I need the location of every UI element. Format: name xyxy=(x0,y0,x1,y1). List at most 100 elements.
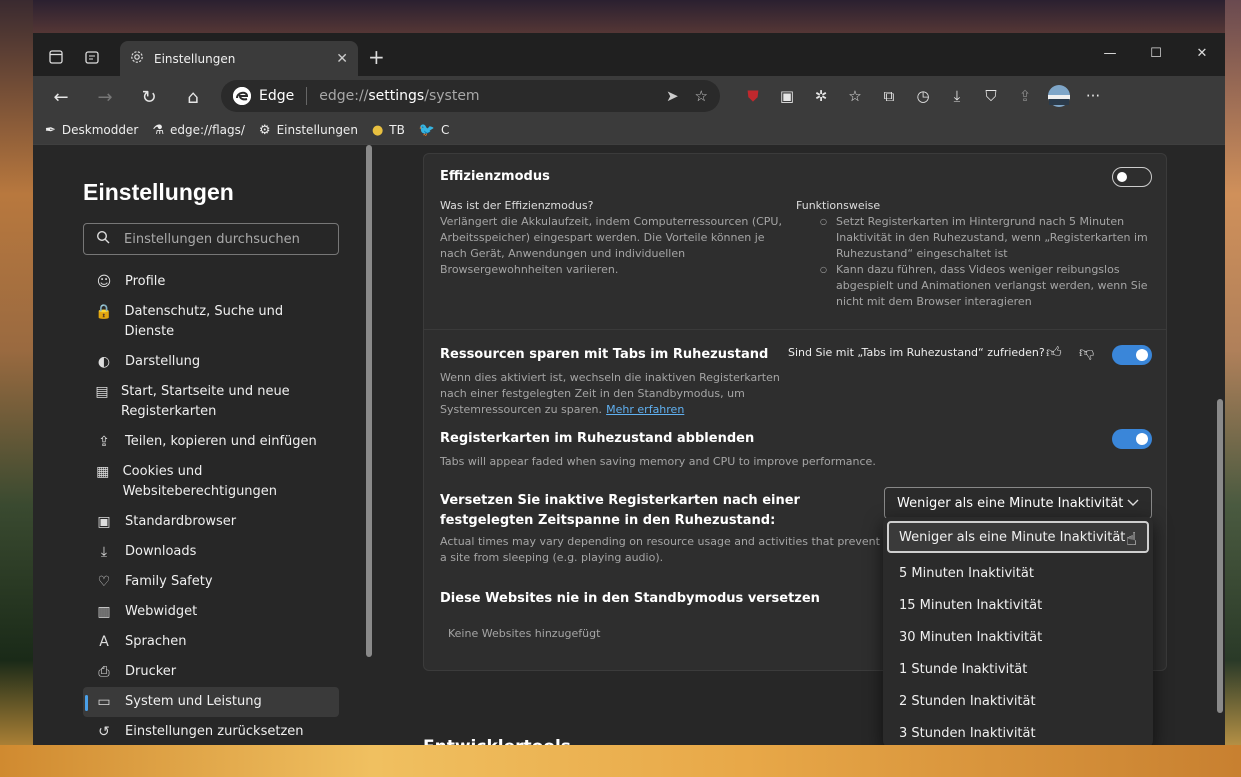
downloads-icon[interactable]: ⤓ xyxy=(940,82,974,110)
sidebar-item-label: Family Safety xyxy=(125,574,213,589)
extension-app-icon[interactable]: ▣ xyxy=(770,82,804,110)
family-icon: ♡ xyxy=(97,574,111,590)
bookmark-label: Deskmodder xyxy=(61,123,139,137)
sidebar-item[interactable]: ▥ Webwidget xyxy=(83,597,339,627)
dropdown-option[interactable]: 5 Minuten Inaktivität xyxy=(883,557,1153,589)
address-bar[interactable]: Edge edge://settings/system ➤ ☆ xyxy=(221,80,720,112)
dropdown-option[interactable]: 2 Stunden Inaktivität xyxy=(883,685,1153,717)
bird-icon: 🐦 xyxy=(418,122,436,138)
new-tab-button[interactable]: + xyxy=(368,45,385,69)
url-path: /system xyxy=(424,88,480,104)
address-divider xyxy=(306,87,308,105)
sleeping-tabs-row: Ressourcen sparen mit Tabs im Ruhezustan… xyxy=(424,330,1166,422)
bookmark-flags[interactable]: ⚗ edge://flags/ xyxy=(152,123,245,138)
profile-avatar[interactable] xyxy=(1042,82,1076,110)
minimize-button[interactable]: — xyxy=(1087,33,1133,73)
sleeping-tabs-title: Ressourcen sparen mit Tabs im Ruhezustan… xyxy=(440,347,769,362)
bookmark-c[interactable]: 🐦 C xyxy=(419,123,450,138)
dropdown-option[interactable]: 15 Minuten Inaktivität xyxy=(883,589,1153,621)
sidebar-item-label: Datenschutz, Suche und Dienste xyxy=(124,304,284,339)
maximize-button[interactable]: ☐ xyxy=(1133,33,1179,73)
tab-actions-icon[interactable] xyxy=(43,46,69,68)
search-icon xyxy=(96,230,110,248)
edge-logo-icon xyxy=(233,87,251,105)
efficiency-toggle[interactable] xyxy=(1112,167,1152,187)
chevron-down-icon xyxy=(1127,496,1139,511)
sidebar-item[interactable]: ▦ Cookies und Websiteberechtigungen xyxy=(83,457,339,507)
dropdown-option[interactable]: 1 Stunde Inaktivität xyxy=(883,653,1153,685)
efficiency-how-bullet: Kann dazu führen, dass Videos weniger re… xyxy=(820,262,1156,310)
learn-more-link[interactable]: Mehr erfahren xyxy=(606,403,684,416)
sidebar-scrollbar[interactable] xyxy=(366,145,372,657)
sidebar-item-label: Profile xyxy=(125,274,166,289)
bookmark-tb[interactable]: ● TB xyxy=(372,123,405,138)
dropdown-option[interactable]: Weniger als eine Minute Inaktivität xyxy=(887,521,1149,553)
sidebar-item[interactable]: ♡ Family Safety xyxy=(83,567,339,597)
sidebar-item[interactable]: ▭ System und Leistung xyxy=(83,687,339,717)
history-icon[interactable]: ◷ xyxy=(906,82,940,110)
back-icon[interactable]: ← xyxy=(47,85,75,109)
tab-strip: Einstellungen ✕ + — ☐ ✕ xyxy=(33,33,1225,76)
address-url[interactable]: edge://settings/system xyxy=(319,88,650,104)
never-sleep-empty: Keine Websites hinzugefügt xyxy=(448,627,601,640)
favorite-add-icon[interactable]: ☆ xyxy=(695,87,708,105)
fade-tabs-desc: Tabs will appear faded when saving memor… xyxy=(440,455,876,468)
bookmark-settings[interactable]: ⚙ Einstellungen xyxy=(259,123,358,138)
close-window-button[interactable]: ✕ xyxy=(1179,33,1225,73)
browser-window: Einstellungen ✕ + — ☐ ✕ ← → ↻ ⌂ Edge edg… xyxy=(33,33,1225,745)
efficiency-what: Was ist der Effizienzmodus? Verlängert d… xyxy=(440,198,785,278)
sidebar-item[interactable]: ⤓ Downloads xyxy=(83,537,339,567)
sidebar-item[interactable]: 🔒 Datenschutz, Suche und Dienste xyxy=(83,297,339,347)
sidebar-item[interactable]: ☺ Profile xyxy=(83,267,339,297)
reset-icon: ↺ xyxy=(98,724,110,740)
sleep-timeout-value: Weniger als eine Minute Inaktivität xyxy=(897,495,1124,511)
settings-main: Effizienzmodus Was ist der Effizienzmodu… xyxy=(373,145,1225,745)
lock-icon: 🔒 xyxy=(95,304,113,320)
url-scheme: edge:// xyxy=(319,88,369,104)
efficiency-how-heading: Funktionsweise xyxy=(796,199,881,212)
bookmark-deskmodder[interactable]: ✒ Deskmodder xyxy=(45,123,138,138)
sleeping-tabs-toggle[interactable] xyxy=(1112,345,1152,365)
thumbs-up-icon[interactable]: 👍︎ xyxy=(1046,343,1062,362)
main-scrollbar[interactable] xyxy=(1217,399,1223,713)
laptop-icon: ▭ xyxy=(97,694,111,710)
never-sleep-title: Diese Websites nie in den Standbymodus v… xyxy=(440,591,820,606)
sidebar-item[interactable]: ▤ Start, Startseite und neue Registerkart… xyxy=(83,377,339,427)
ublock-icon[interactable]: ⛊ xyxy=(736,82,770,110)
sidebar-item[interactable]: ↺ Einstellungen zurücksetzen xyxy=(83,717,339,745)
share-icon[interactable]: ⇪ xyxy=(1008,82,1042,110)
bookmark-label: C xyxy=(441,123,450,137)
tab-settings[interactable]: Einstellungen ✕ xyxy=(120,41,358,76)
dropdown-option[interactable]: 3 Stunden Inaktivität xyxy=(883,717,1153,745)
gear-icon: ⚙ xyxy=(258,122,271,138)
sidebar-item[interactable]: ⎙ Drucker xyxy=(83,657,339,687)
sleep-timeout-select[interactable]: Weniger als eine Minute Inaktivität xyxy=(884,487,1152,519)
search-placeholder: Einstellungen durchsuchen xyxy=(124,231,300,247)
settings-search-input[interactable]: Einstellungen durchsuchen xyxy=(83,223,339,255)
fade-tabs-toggle[interactable] xyxy=(1112,429,1152,449)
more-menu-icon[interactable]: ··· xyxy=(1076,82,1110,110)
tab-close-icon[interactable]: ✕ xyxy=(336,51,348,67)
extensions-icon[interactable]: ✲ xyxy=(804,82,838,110)
toolbar: ← → ↻ ⌂ Edge edge://settings/system ➤ ☆ … xyxy=(33,76,1225,116)
browser-icon: ▣ xyxy=(97,514,111,530)
desktop-wallpaper-right xyxy=(1225,0,1241,777)
sidebar-item[interactable]: ▣ Standardbrowser xyxy=(83,507,339,537)
collections-icon[interactable]: ⧉ xyxy=(872,82,906,110)
sleep-timeout-desc: Actual times may vary depending on resou… xyxy=(440,535,880,564)
browser-essentials-icon[interactable]: ⛉ xyxy=(974,82,1008,110)
sidebar-item-label: Darstellung xyxy=(125,354,201,369)
forward-icon[interactable]: → xyxy=(91,85,119,109)
favorites-icon[interactable]: ☆ xyxy=(838,82,872,110)
dropdown-option[interactable]: 30 Minuten Inaktivität xyxy=(883,621,1153,653)
thumbs-down-icon[interactable]: 👎︎ xyxy=(1079,343,1094,362)
sidebar-item[interactable]: ◐ Darstellung xyxy=(83,347,339,377)
refresh-icon[interactable]: ↻ xyxy=(135,85,163,109)
home-icon[interactable]: ⌂ xyxy=(179,85,207,109)
efficiency-what-heading: Was ist der Effizienzmodus? xyxy=(440,199,594,212)
workspaces-icon[interactable] xyxy=(79,46,105,68)
sidebar-item-label: Standardbrowser xyxy=(125,514,237,529)
send-icon[interactable]: ➤ xyxy=(666,87,679,105)
sidebar-item[interactable]: ⇪ Teilen, kopieren und einfügen xyxy=(83,427,339,457)
sidebar-item[interactable]: A Sprachen xyxy=(83,627,339,657)
